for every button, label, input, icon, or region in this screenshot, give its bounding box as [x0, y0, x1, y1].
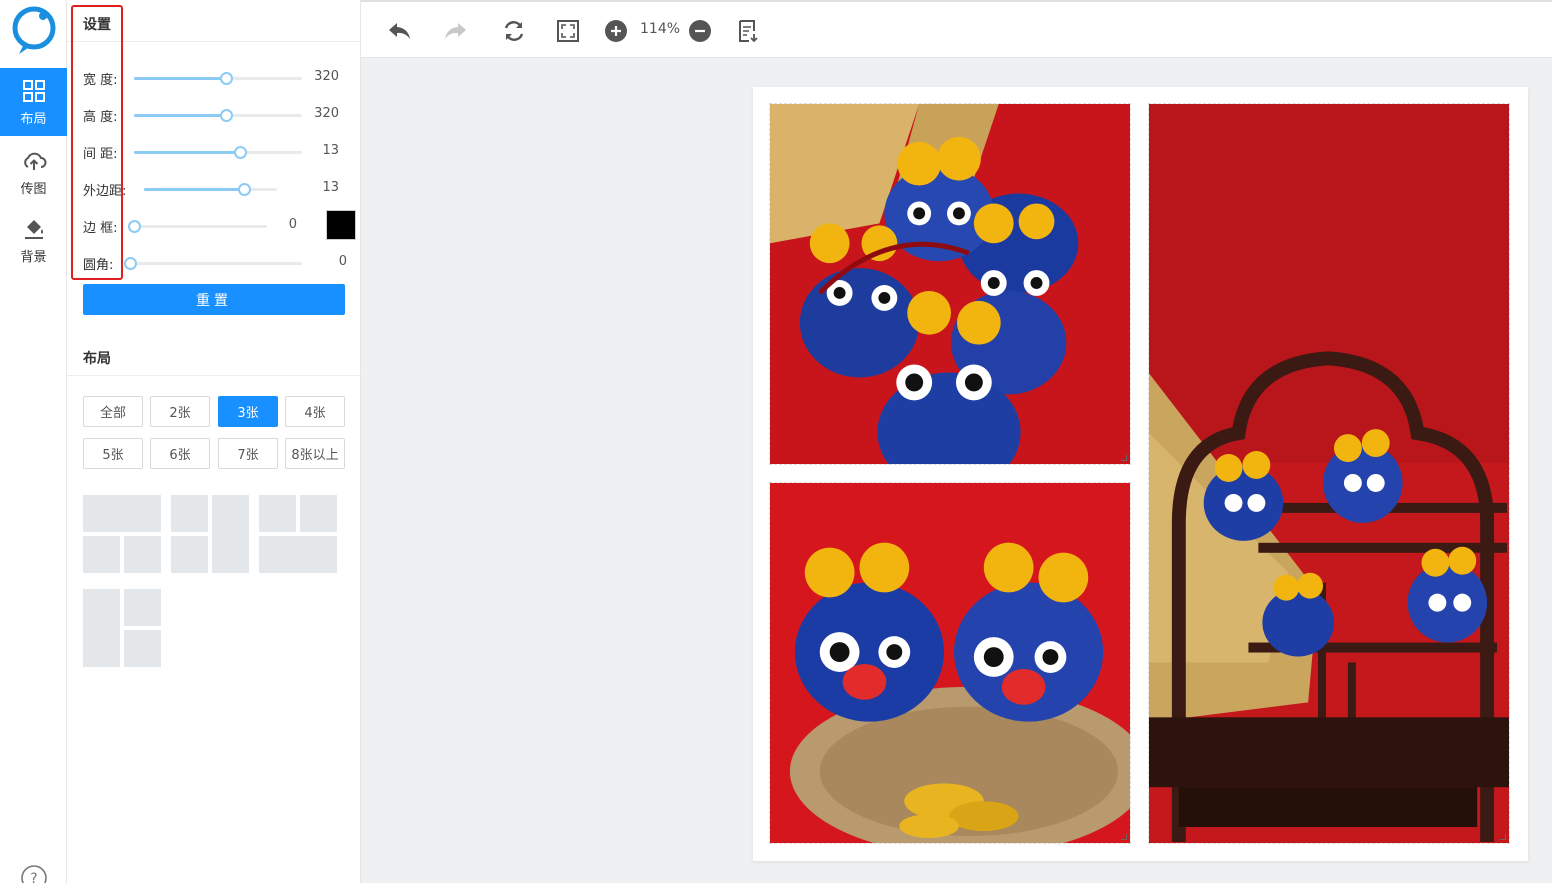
rail-item-label: 背景 — [20, 249, 47, 265]
filter-5[interactable]: 5张 — [83, 438, 143, 469]
zoom-in-icon[interactable] — [601, 16, 631, 46]
cloud-upload-icon — [23, 152, 46, 170]
border-slider[interactable] — [128, 220, 267, 233]
width-slider-handle[interactable] — [220, 72, 234, 85]
layout-template-4[interactable] — [83, 589, 161, 667]
layout-template-3[interactable] — [259, 495, 337, 573]
radius-value: 0 — [338, 254, 347, 269]
divider — [67, 375, 361, 376]
rail-item-layout[interactable]: 布局 — [0, 68, 67, 136]
filter-all[interactable]: 全部 — [83, 396, 143, 427]
collage-photo-2[interactable] — [769, 482, 1131, 844]
rail-item-upload[interactable]: 传图 — [0, 138, 67, 206]
spacing-slider-handle[interactable] — [233, 146, 247, 159]
radius-slider-handle[interactable] — [124, 257, 137, 270]
left-rail: 布局 传图 背景 ? — [0, 0, 67, 883]
filter-4[interactable]: 4张 — [285, 396, 345, 427]
fit-screen-icon[interactable] — [553, 16, 583, 46]
canvas-area — [361, 58, 1552, 883]
width-slider[interactable] — [134, 72, 302, 85]
height-value: 320 — [314, 106, 339, 121]
app-logo — [10, 6, 58, 58]
height-slider[interactable] — [134, 109, 302, 122]
border-slider-handle[interactable] — [128, 220, 141, 233]
zoom-out-icon[interactable] — [685, 16, 715, 46]
filter-2[interactable]: 2张 — [150, 396, 210, 427]
margin-slider-handle[interactable] — [237, 183, 251, 196]
redo-icon[interactable] — [441, 16, 471, 46]
margin-value: 13 — [322, 180, 339, 195]
collage-photo-1[interactable] — [769, 103, 1131, 465]
width-value: 320 — [314, 69, 339, 84]
reset-button[interactable]: 重置 — [83, 284, 345, 315]
zoom-level: 114% — [640, 21, 681, 37]
filter-6[interactable]: 6张 — [150, 438, 210, 469]
rail-item-background[interactable]: 背景 — [0, 206, 67, 274]
export-icon[interactable] — [733, 16, 763, 46]
spacing-value: 13 — [322, 143, 339, 158]
filter-7[interactable]: 7张 — [218, 438, 278, 469]
height-slider-handle[interactable] — [220, 109, 234, 122]
photo-tiger-sachets-pair — [770, 483, 1130, 843]
spacing-slider[interactable] — [134, 146, 302, 159]
layout-title: 布局 — [83, 351, 111, 367]
grid-layout-icon — [22, 79, 45, 102]
collage-editor: 布局 传图 背景 ? 设置 宽 度: 320 高 度: 320 间 距: 13 … — [0, 0, 1552, 883]
border-value: 0 — [288, 217, 297, 232]
annotation-highlight-box — [71, 5, 123, 280]
toolbar: 114% — [361, 0, 1552, 58]
border-color-swatch[interactable] — [326, 210, 356, 240]
layout-template-1[interactable] — [83, 495, 161, 573]
photo-tiger-sachets-group — [770, 104, 1130, 464]
rail-item-label: 布局 — [20, 111, 47, 127]
refresh-icon[interactable] — [499, 16, 529, 46]
filter-3[interactable]: 3张 — [218, 396, 278, 427]
margin-slider[interactable] — [144, 183, 277, 196]
filter-8-plus[interactable]: 8张以上 — [285, 438, 345, 469]
photo-tiger-sachets-shelf — [1149, 104, 1509, 843]
svg-text:?: ? — [30, 871, 37, 883]
layout-template-2[interactable] — [171, 495, 249, 573]
rail-item-label: 传图 — [20, 181, 47, 197]
collage-sheet — [753, 87, 1528, 861]
undo-icon[interactable] — [384, 16, 414, 46]
radius-slider[interactable] — [124, 257, 302, 270]
help-icon[interactable]: ? — [20, 864, 48, 883]
collage-photo-3[interactable] — [1148, 103, 1510, 844]
paint-bucket-icon — [24, 219, 43, 239]
